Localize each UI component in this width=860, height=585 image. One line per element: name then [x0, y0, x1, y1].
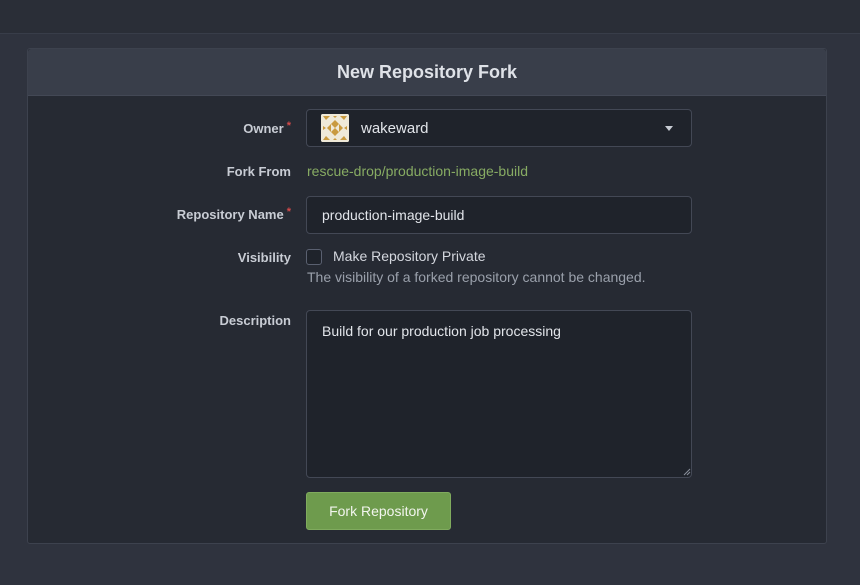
required-mark: * [286, 206, 291, 218]
form-title: New Repository Fork [28, 49, 826, 96]
fork-from-label: Fork From [226, 164, 291, 179]
private-checkbox[interactable] [306, 249, 322, 265]
visibility-label: Visibility [237, 250, 291, 265]
description-label: Description [219, 313, 291, 328]
owner-name: wakeward [361, 119, 429, 137]
visibility-help-text: The visibility of a forked repository ca… [307, 269, 646, 285]
private-checkbox-label[interactable]: Make Repository Private [333, 248, 486, 264]
owner-dropdown[interactable]: wakeward [306, 109, 692, 147]
resize-grip-icon[interactable] [683, 468, 691, 476]
avatar [321, 114, 349, 142]
identicon-avatar [321, 114, 349, 142]
repository-name-label: Repository Name * [176, 206, 291, 222]
caret-down-icon [665, 126, 673, 131]
top-navbar [0, 0, 860, 34]
fork-repository-button[interactable]: Fork Repository [306, 492, 451, 530]
fork-form-panel: New Repository Fork Owner * wakeward Fork… [27, 48, 827, 544]
repository-name-input[interactable] [306, 196, 692, 234]
required-mark: * [286, 120, 291, 132]
fork-source-link[interactable]: rescue-drop/production-image-build [307, 163, 528, 179]
owner-label: Owner * [243, 120, 291, 136]
description-textarea[interactable]: Build for our production job processing [306, 310, 692, 478]
